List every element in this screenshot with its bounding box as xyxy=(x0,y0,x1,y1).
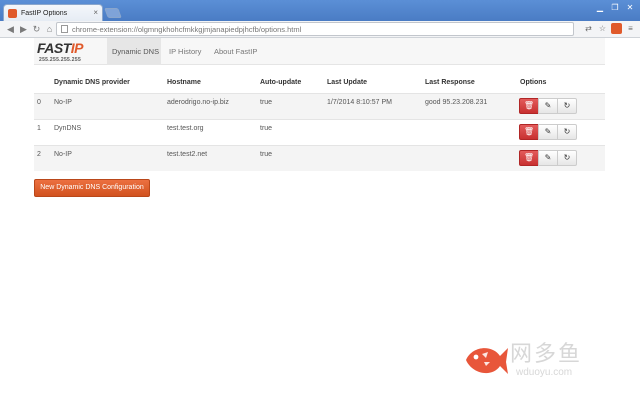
toolbar-right: ⇄ ☆ ≡ xyxy=(583,23,636,34)
refresh-icon: ↻ xyxy=(563,153,571,162)
row-hostname: aderodrigo.no-ip.biz xyxy=(167,99,229,106)
row-index: 1 xyxy=(37,125,41,132)
edit-button[interactable]: ✎ xyxy=(538,150,558,166)
row-provider: No-IP xyxy=(54,99,72,106)
url-text: chrome-extension://olgmngkhohcfmkkgjmjan… xyxy=(72,24,302,34)
window-controls: ▁ ❐ ✕ xyxy=(594,2,636,14)
trash-icon: 🗑 xyxy=(523,101,535,110)
delete-button[interactable]: 🗑 xyxy=(519,98,539,114)
header-options: Options xyxy=(520,79,547,86)
row-provider: DynDNS xyxy=(54,125,82,132)
delete-button[interactable]: 🗑 xyxy=(519,124,539,140)
table-header: Dynamic DNS provider Hostname Auto-updat… xyxy=(34,74,605,93)
header-auto-update: Auto-update xyxy=(260,79,302,86)
table-row: 0 No-IP aderodrigo.no-ip.biz true 1/7/20… xyxy=(34,93,605,119)
trash-icon: 🗑 xyxy=(523,127,535,136)
tab-title: FastIP Options xyxy=(21,9,68,17)
row-hostname: test.test2.net xyxy=(167,151,208,158)
tab-close-icon[interactable]: × xyxy=(93,9,98,17)
fastip-logo: FASTIP 255.255.255.255 xyxy=(37,40,103,64)
watermark: 网多鱼 wduoyu.com xyxy=(458,336,608,386)
tab-ip-history[interactable]: IP History xyxy=(169,38,209,65)
row-last-update: 1/7/2014 8:10:57 PM xyxy=(327,99,392,106)
logo-wordmark: FASTIP xyxy=(37,40,84,56)
restore-icon[interactable]: ❐ xyxy=(609,2,621,14)
row-index: 2 xyxy=(37,151,41,158)
row-auto-update: true xyxy=(260,99,273,106)
new-tab-button[interactable] xyxy=(104,8,122,18)
bookmark-star-icon[interactable]: ☆ xyxy=(597,23,608,34)
refresh-icon: ↻ xyxy=(563,127,571,136)
browser-window: FastIP Options × ▁ ❐ ✕ ◀ ▶ ↻ ⌂ chrome-ex… xyxy=(0,0,640,400)
delete-button[interactable]: 🗑 xyxy=(519,150,539,166)
table-row: 1 DynDNS test.test.org true 🗑 ✎ ↻ xyxy=(34,119,605,145)
translate-icon[interactable]: ⇄ xyxy=(583,23,594,34)
row-actions: 🗑 ✎ ↻ xyxy=(519,98,577,114)
menu-icon[interactable]: ≡ xyxy=(625,23,636,34)
row-actions: 🗑 ✎ ↻ xyxy=(519,150,577,166)
watermark-domain-text: wduoyu.com xyxy=(516,367,573,378)
row-auto-update: true xyxy=(260,125,273,132)
fish-logo-icon xyxy=(466,348,508,374)
row-hostname: test.test.org xyxy=(167,125,204,132)
minimize-icon[interactable]: ▁ xyxy=(594,2,606,14)
dns-config-table: Dynamic DNS provider Hostname Auto-updat… xyxy=(34,74,605,171)
row-index: 0 xyxy=(37,99,41,106)
row-last-response: good 95.23.208.231 xyxy=(425,99,488,106)
browser-toolbar: ◀ ▶ ↻ ⌂ chrome-extension://olgmngkhohcfm… xyxy=(0,21,640,38)
forward-arrow-icon[interactable]: ▶ xyxy=(17,24,30,35)
reload-icon[interactable]: ↻ xyxy=(30,24,43,35)
home-icon[interactable]: ⌂ xyxy=(43,24,56,34)
close-window-icon[interactable]: ✕ xyxy=(624,2,636,14)
edit-button[interactable]: ✎ xyxy=(538,98,558,114)
refresh-button[interactable]: ↻ xyxy=(557,98,577,114)
watermark-chinese-text: 网多鱼 xyxy=(510,342,583,367)
pencil-icon: ✎ xyxy=(544,153,552,162)
header-provider: Dynamic DNS provider xyxy=(54,79,130,86)
browser-tab[interactable]: FastIP Options × xyxy=(3,4,103,21)
header-last-update: Last Update xyxy=(327,79,368,86)
address-bar[interactable]: chrome-extension://olgmngkhohcfmkkgjmjan… xyxy=(56,22,574,36)
refresh-button[interactable]: ↻ xyxy=(557,124,577,140)
tab-about-fastip[interactable]: About FastIP xyxy=(214,38,264,65)
pencil-icon: ✎ xyxy=(544,127,552,136)
edit-button[interactable]: ✎ xyxy=(538,124,558,140)
header-last-response: Last Response xyxy=(425,79,475,86)
page-icon xyxy=(61,25,68,33)
pencil-icon: ✎ xyxy=(544,101,552,110)
trash-icon: 🗑 xyxy=(523,153,535,162)
table-row: 2 No-IP test.test2.net true 🗑 ✎ ↻ xyxy=(34,145,605,171)
title-bar: FastIP Options × ▁ ❐ ✕ xyxy=(0,0,640,21)
refresh-button[interactable]: ↻ xyxy=(557,150,577,166)
back-arrow-icon[interactable]: ◀ xyxy=(4,24,17,35)
row-provider: No-IP xyxy=(54,151,72,158)
row-auto-update: true xyxy=(260,151,273,158)
fastip-extension-icon[interactable] xyxy=(611,23,622,34)
header-hostname: Hostname xyxy=(167,79,201,86)
refresh-icon: ↻ xyxy=(563,101,571,110)
logo-subtext: 255.255.255.255 xyxy=(39,57,82,63)
fastip-favicon-icon xyxy=(8,8,17,18)
app-navbar: FASTIP 255.255.255.255 Dynamic DNS IP Hi… xyxy=(34,38,605,65)
tab-dynamic-dns[interactable]: Dynamic DNS xyxy=(107,38,161,65)
new-dns-config-button[interactable]: New Dynamic DNS Configuration xyxy=(34,179,150,197)
row-actions: 🗑 ✎ ↻ xyxy=(519,124,577,140)
